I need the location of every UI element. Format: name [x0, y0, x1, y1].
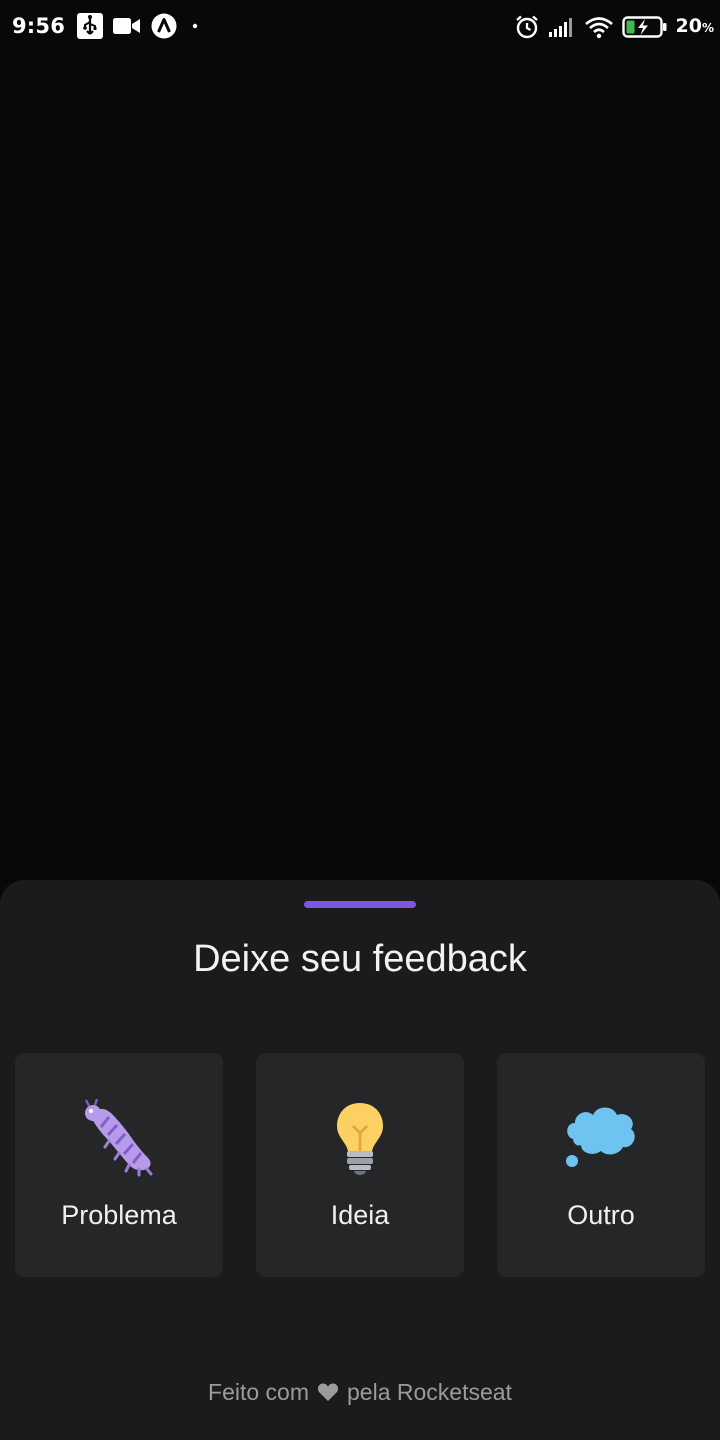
battery-charging-icon — [621, 11, 668, 43]
lightbulb-icon — [320, 1097, 400, 1177]
status-bar-right: 20% — [514, 10, 714, 44]
option-ideia-label: Ideia — [330, 1200, 390, 1230]
battery-percent: 20% — [675, 15, 714, 37]
alarm-icon — [514, 11, 540, 43]
status-bar-left: 9:56 — [12, 10, 203, 42]
feedback-options: Problema Ideia Outro — [15, 1053, 705, 1277]
signal-icon — [548, 11, 576, 43]
wifi-icon — [584, 11, 614, 43]
option-problema-label: Problema — [61, 1200, 177, 1230]
sheet-drag-handle[interactable] — [304, 901, 416, 908]
thought-bubble-icon — [561, 1097, 641, 1177]
option-outro-label: Outro — [567, 1200, 635, 1230]
status-bar: 9:56 20% — [0, 0, 720, 52]
status-time: 9:56 — [12, 14, 66, 38]
heart-icon — [317, 1382, 339, 1402]
footer-prefix: Feito com — [208, 1379, 310, 1405]
sheet-title: Deixe seu feedback — [193, 938, 527, 980]
dot-icon — [187, 10, 203, 42]
option-outro-button[interactable]: Outro — [497, 1053, 705, 1277]
feedback-bottom-sheet: Deixe seu feedback Problema Ideia Outro … — [0, 880, 720, 1440]
app-notification-icon — [151, 10, 177, 42]
video-camera-icon — [113, 10, 141, 42]
screen: 9:56 20% Deixe seu feedback Problema Ide… — [0, 0, 720, 1440]
option-ideia-button[interactable]: Ideia — [256, 1053, 464, 1277]
usb-icon — [77, 10, 104, 42]
option-problema-button[interactable]: Problema — [15, 1053, 223, 1277]
bug-icon — [79, 1097, 159, 1177]
footer-credit: Feito com pela Rocketseat — [0, 1376, 720, 1408]
footer-suffix: pela Rocketseat — [347, 1379, 512, 1405]
